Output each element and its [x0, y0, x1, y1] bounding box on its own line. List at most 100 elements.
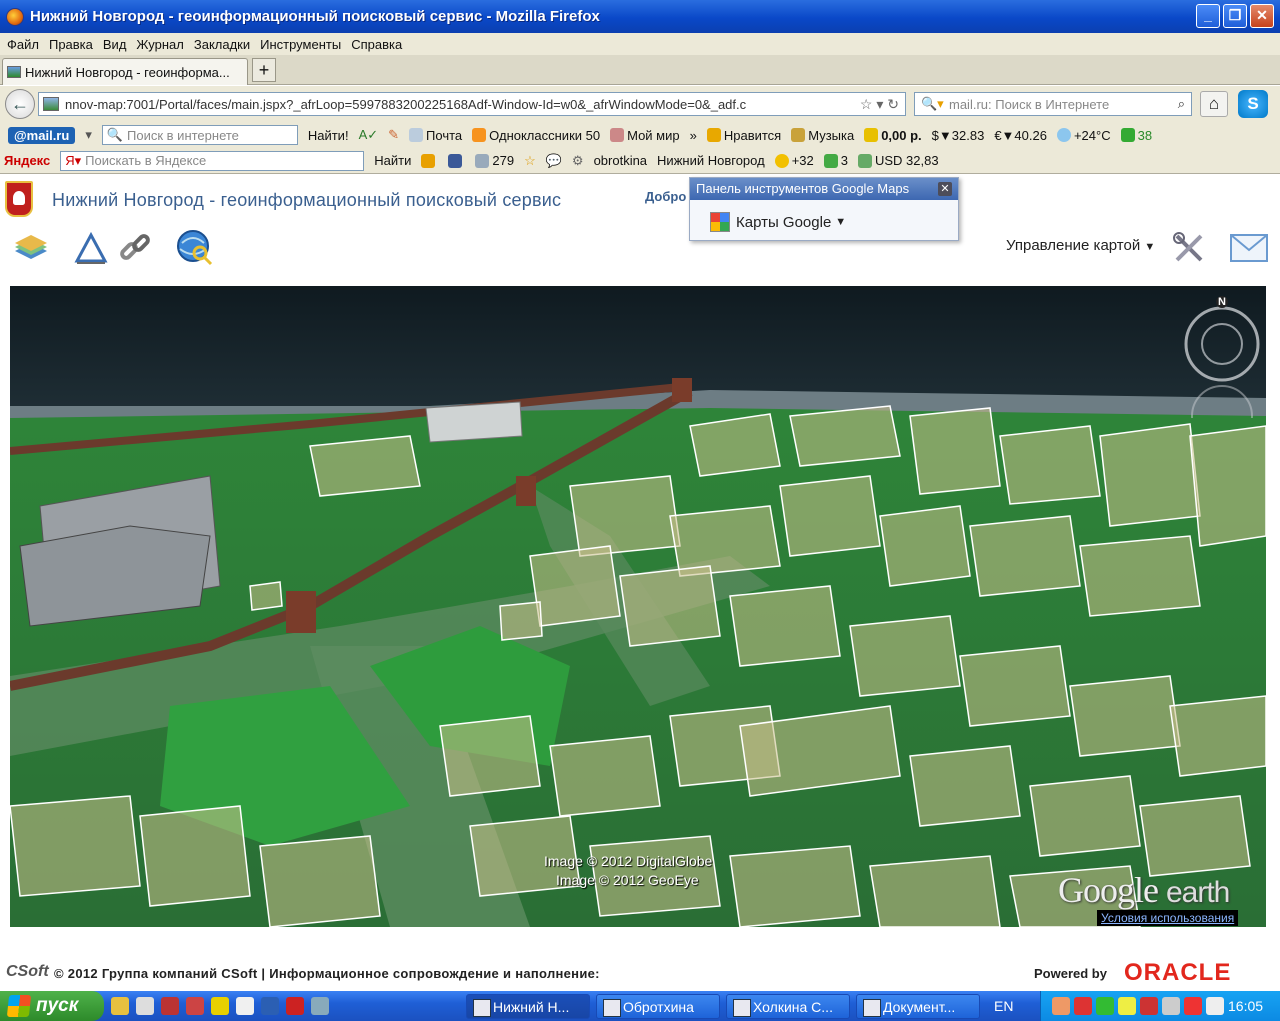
north-indicator[interactable]: N	[1216, 296, 1228, 308]
gpanel-close-icon[interactable]: ✕	[938, 182, 952, 196]
menu-history[interactable]: Журнал	[136, 37, 183, 52]
google-earth-3d-map[interactable]: N Image © 2012 DigitalGlobe Image © 2012…	[10, 286, 1266, 927]
traffic-score[interactable]: 3	[823, 153, 848, 168]
like-item[interactable]: Нравится	[706, 128, 781, 143]
quicklaunch-icon-6[interactable]	[236, 997, 254, 1015]
tray-icon-2[interactable]	[1074, 997, 1092, 1015]
web-search-input[interactable]: 🔍▾ mail.ru: Поиск в Интернете ⌕	[914, 92, 1192, 116]
username[interactable]: obrotkina	[594, 153, 647, 168]
menu-bookmarks[interactable]: Закладки	[194, 37, 250, 52]
usd-rate[interactable]: $▼32.83	[932, 128, 985, 143]
yandex-logo[interactable]: Яндекс	[4, 153, 50, 168]
moy-mir-item[interactable]: Мой мир	[610, 128, 680, 143]
city-name[interactable]: Нижний Новгород	[657, 153, 765, 168]
tray-icon-4[interactable]	[1118, 997, 1136, 1015]
facebook-icon[interactable]	[448, 153, 465, 168]
start-button[interactable]: пуск	[0, 991, 104, 1021]
google-maps-button[interactable]: Карты Google ▼	[690, 200, 958, 232]
layers-icon[interactable]	[12, 229, 50, 267]
music-item[interactable]: Музыка	[791, 128, 854, 143]
language-indicator[interactable]: EN	[994, 998, 1013, 1014]
yandex-find-button[interactable]: Найти	[374, 153, 411, 168]
envelope-icon	[409, 128, 424, 142]
csoft-logo[interactable]: CSoft	[6, 963, 49, 981]
chat-bubble-icon[interactable]: 💬	[546, 153, 562, 169]
earth-brand: earth	[1165, 876, 1230, 909]
menu-edit[interactable]: Правка	[49, 37, 93, 52]
globe-search-icon[interactable]	[176, 229, 214, 267]
new-tab-button[interactable]: +	[252, 58, 276, 82]
oracle-logo[interactable]: ORACLE	[1124, 959, 1231, 987]
tab-active[interactable]: Нижний Новгород - геоинформа...	[2, 58, 248, 85]
usd-item[interactable]: USD 32,83	[857, 153, 939, 168]
menu-bar: Файл Правка Вид Журнал Закладки Инструме…	[0, 33, 1280, 55]
back-button[interactable]: ←	[5, 89, 35, 119]
quicklaunch-icon-8[interactable]	[286, 997, 304, 1015]
link-icon[interactable]	[116, 229, 154, 267]
toolbar-overflow-chevron[interactable]: »	[690, 128, 697, 143]
quicklaunch-icon-2[interactable]	[136, 997, 154, 1015]
yandex-mail-item[interactable]: 279	[475, 153, 514, 168]
tray-icon-3[interactable]	[1096, 997, 1114, 1015]
taskbar-firefox[interactable]: Нижний Н...	[466, 994, 590, 1019]
tray-icon-6[interactable]	[1162, 997, 1180, 1015]
city-coat-of-arms-logo[interactable]	[5, 181, 33, 217]
weather-item[interactable]: +24°C	[1056, 128, 1111, 143]
clock[interactable]: 16:05	[1228, 998, 1263, 1014]
odnoklassniki-item[interactable]: Одноклассники 50	[472, 128, 600, 143]
reload-icon[interactable]: ☆ ▾ ↻	[860, 96, 899, 113]
quicklaunch-icon-5[interactable]	[211, 997, 229, 1015]
skype-icon[interactable]: S	[1238, 90, 1268, 118]
quicklaunch-icon-4[interactable]	[186, 997, 204, 1015]
menu-file[interactable]: Файл	[7, 37, 39, 52]
measure-ruler-icon[interactable]	[72, 229, 110, 267]
cloud-icon	[1056, 128, 1071, 142]
mailru-search-input[interactable]: 🔍 Поиск в интернете	[101, 125, 298, 145]
volume-icon[interactable]	[1206, 997, 1224, 1015]
search-go-icon[interactable]: ⌕	[1178, 96, 1185, 112]
eur-rate[interactable]: €▼40.26	[994, 128, 1047, 143]
spellcheck-icon[interactable]: A✓	[359, 127, 379, 143]
map-navigation-controls[interactable]: N	[1183, 296, 1261, 418]
title-bar: Нижний Новгород - геоинформационный поис…	[0, 0, 1280, 33]
map-management-menu[interactable]: Управление картой ▼	[1006, 237, 1155, 254]
taskbar-word-2[interactable]: Документ...	[856, 994, 980, 1019]
mailru-logo[interactable]: @mail.ru	[8, 126, 76, 144]
traffic-item[interactable]: 38	[1120, 127, 1153, 143]
translate-icon[interactable]	[421, 153, 438, 168]
mailru-dropdown-icon[interactable]: ▾	[85, 127, 92, 143]
menu-view[interactable]: Вид	[103, 37, 127, 52]
taskbar-folder[interactable]: Обротхина	[596, 994, 720, 1019]
quicklaunch-icon-9[interactable]	[311, 997, 329, 1015]
taskbar-word-1[interactable]: Холкина С...	[726, 994, 850, 1019]
highlight-icon[interactable]: ✎	[388, 127, 399, 143]
odnoklassniki-label: Одноклассники 50	[489, 127, 601, 143]
tray-icon-5[interactable]	[1140, 997, 1158, 1015]
menu-tools[interactable]: Инструменты	[260, 37, 341, 52]
bookmark-star-icon[interactable]: ☆	[524, 153, 536, 169]
balance-item[interactable]: 0,00 р.	[864, 128, 922, 143]
close-button[interactable]: ✕	[1250, 4, 1274, 28]
minimize-button[interactable]: _	[1196, 4, 1220, 28]
menu-help[interactable]: Справка	[351, 37, 402, 52]
mailru-toolbar: @mail.ru ▾ 🔍 Поиск в интернете Найти! A✓…	[0, 122, 1280, 148]
tools-wrench-icon[interactable]	[1170, 229, 1208, 267]
terms-of-use-link[interactable]: Условия использования	[1097, 910, 1239, 926]
email-envelope-icon[interactable]	[1230, 229, 1268, 267]
tray-icon-7[interactable]	[1184, 997, 1202, 1015]
url-bar[interactable]: nnov-map:7001/Portal/faces/main.jspx?_af…	[38, 92, 906, 116]
yandex-weather[interactable]: +32	[774, 153, 814, 168]
yandex-search-input[interactable]: Я▾ Поискать в Яндексе	[60, 150, 365, 171]
mailru-find-button[interactable]: Найти!	[308, 128, 349, 143]
quicklaunch-icon-7[interactable]	[261, 997, 279, 1015]
quicklaunch-icon-1[interactable]	[111, 997, 129, 1015]
settings-gear-icon[interactable]: ⚙	[572, 153, 584, 169]
quicklaunch-icon-3[interactable]	[161, 997, 179, 1015]
mail-item[interactable]: Почта	[409, 128, 462, 143]
home-button[interactable]: ⌂	[1200, 91, 1228, 117]
tray-icon-1[interactable]	[1052, 997, 1070, 1015]
search-engine-icon[interactable]: 🔍▾	[921, 96, 944, 112]
maximize-button[interactable]: ❐	[1223, 4, 1247, 28]
traffic-label: 38	[1137, 127, 1153, 143]
currency-icon	[857, 153, 872, 168]
